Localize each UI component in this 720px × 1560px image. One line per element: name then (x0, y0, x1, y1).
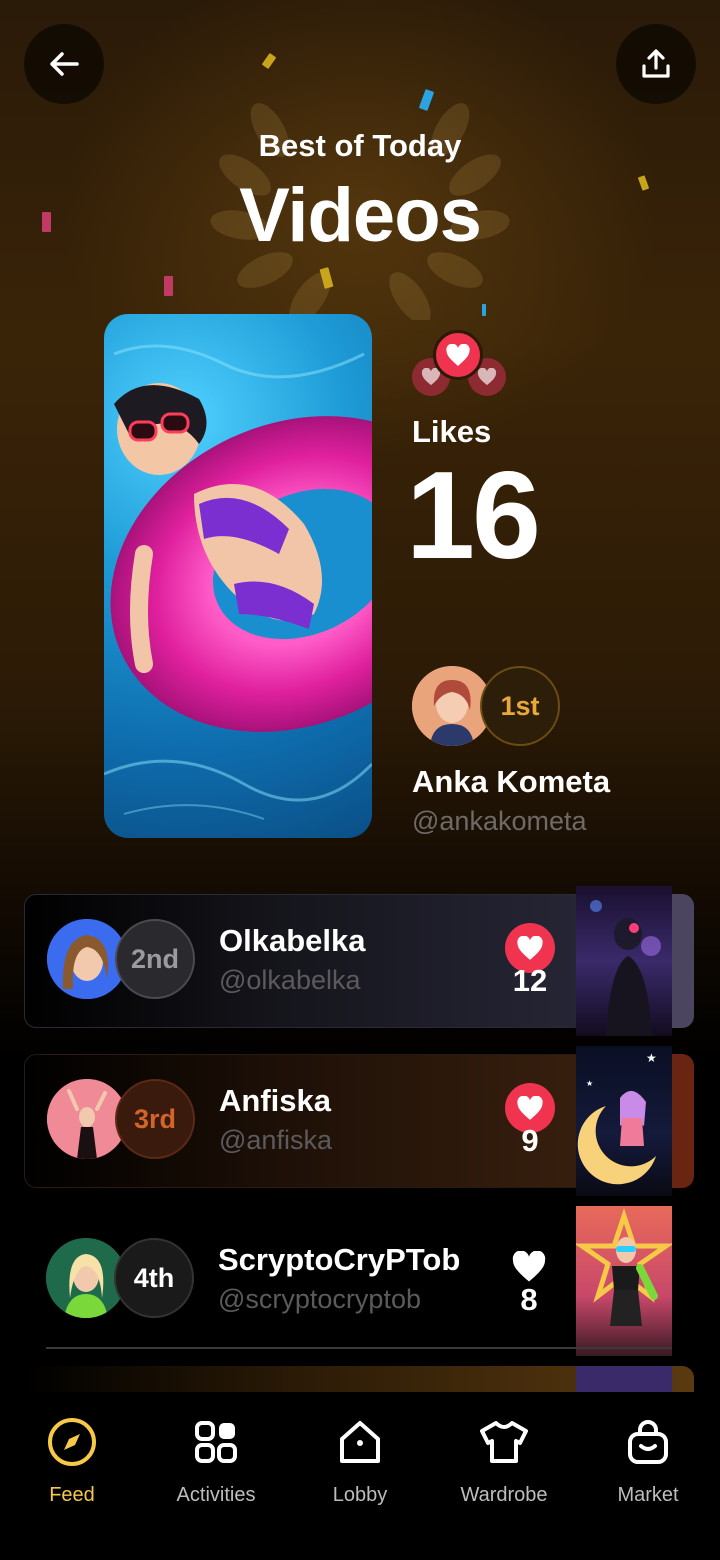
back-button[interactable] (24, 24, 104, 104)
svg-text:★: ★ (646, 1051, 657, 1065)
video-thumbnail[interactable] (576, 886, 672, 1036)
winner-name[interactable]: Anka Kometa (412, 764, 610, 800)
rank-badge: 1st (480, 666, 560, 746)
leaderboard-row[interactable]: 2nd Olkabelka @olkabelka 12 (24, 894, 672, 1028)
leaderboard-row[interactable]: 3rd Anfiska @anfiska 9 (24, 1054, 672, 1188)
svg-text:★: ★ (586, 1079, 593, 1088)
rank-badge: 4th (114, 1238, 194, 1318)
likes-count: 16 (406, 447, 541, 585)
likes-label: Likes (412, 414, 492, 449)
nav-label: Wardrobe (460, 1484, 548, 1506)
like-count: 9 (521, 1123, 539, 1158)
rank-badge: 2nd (115, 919, 195, 999)
nav-item-feed[interactable]: Feed (0, 1416, 144, 1507)
leaderboard-row[interactable]: 4th ScryptoCryPTob @scryptocryptob 8 (24, 1214, 672, 1348)
row-handle: @olkabelka (219, 965, 361, 995)
like-count: 8 (520, 1282, 538, 1317)
winner-handle: @ankakometa (412, 806, 587, 836)
nav-item-activities[interactable]: Activities (144, 1416, 288, 1507)
confetti-piece (164, 276, 173, 296)
shopping-bag-icon (622, 1416, 674, 1468)
grid-icon (190, 1416, 242, 1468)
like-count: 12 (512, 963, 548, 998)
page-subtitle: Best of Today (258, 128, 462, 163)
winner-video-thumbnail[interactable] (104, 314, 372, 838)
nav-label: Market (617, 1484, 679, 1506)
heart-icon (433, 330, 483, 380)
best-of-today-screen: Best of Today Videos Likes 16 1st Anka K… (0, 0, 720, 1560)
video-thumbnail[interactable]: ★ ★ (576, 1046, 672, 1196)
row-handle: @anfiska (219, 1125, 332, 1155)
share-upload-icon (642, 49, 670, 78)
page-title: Videos (239, 173, 482, 258)
likes-hearts-cluster (410, 330, 510, 400)
nav-item-lobby[interactable]: Lobby (288, 1416, 432, 1507)
row-handle: @scryptocryptob (218, 1284, 421, 1314)
row-name: Olkabelka (219, 923, 366, 958)
confetti-piece (482, 304, 486, 316)
nav-label: Activities (176, 1484, 256, 1506)
nav-label: Lobby (332, 1484, 388, 1506)
nav-item-market[interactable]: Market (576, 1416, 720, 1507)
compass-icon (46, 1416, 98, 1468)
row-name: Anfiska (219, 1083, 331, 1118)
video-thumbnail[interactable] (576, 1206, 672, 1356)
shirt-icon (478, 1416, 530, 1468)
home-icon (334, 1416, 386, 1468)
arrow-left-icon (50, 52, 79, 76)
video-thumbnail-image (104, 344, 372, 820)
list-divider (46, 1347, 672, 1349)
nav-item-wardrobe[interactable]: Wardrobe (432, 1416, 576, 1507)
share-button[interactable] (616, 24, 696, 104)
rank-badge: 3rd (115, 1079, 195, 1159)
bottom-navigation: Feed Activities Lobby Wardrobe Market (0, 1392, 720, 1560)
nav-label: Feed (49, 1484, 95, 1506)
row-name: ScryptoCryPTob (218, 1242, 461, 1277)
